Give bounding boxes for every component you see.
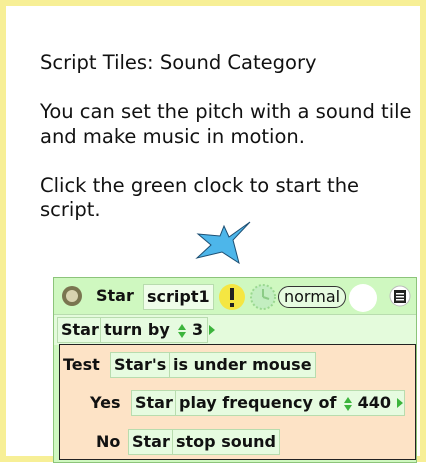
instructions-line-1: You can set the pitch with a sound tile … [40, 100, 412, 148]
test-label: Test [63, 355, 100, 374]
instructions-title: Script Tiles: Sound Category [40, 51, 317, 74]
play-frequency-label: play frequency of [179, 393, 337, 412]
instructions: Script Tiles: Sound Category You can set… [40, 51, 420, 223]
arrow-down-icon[interactable] [178, 331, 187, 338]
turn-amount[interactable]: 3 [192, 320, 203, 339]
arrow-up-icon[interactable] [344, 396, 353, 403]
arrow-right-icon[interactable] [396, 398, 403, 408]
instructions-line-2: Click the green clock to start the scrip… [40, 173, 360, 222]
play-frequency-tile[interactable]: play frequency of 440 [175, 390, 405, 416]
arrow-right-icon[interactable] [208, 325, 215, 335]
stop-sound-tile[interactable]: stop sound [172, 429, 280, 455]
yes-label: Yes [90, 393, 121, 412]
exclamation-icon[interactable] [218, 283, 246, 311]
turn-player-tile[interactable]: Star [57, 317, 103, 343]
turn-by-row: Star turn by 3 [54, 314, 416, 345]
yes-player-tile[interactable]: Star [131, 390, 177, 416]
page-frame: Script Tiles: Sound Category You can set… [0, 0, 426, 463]
arrow-up-icon[interactable] [178, 323, 187, 330]
arrow-down-icon[interactable] [344, 404, 353, 411]
turn-by-tile[interactable]: turn by 3 [100, 317, 215, 343]
test-player-tile[interactable]: Star's [110, 352, 171, 378]
script-editor[interactable]: Star script1 normal Star turn by 3 Test … [53, 277, 417, 463]
clock-icon[interactable] [249, 283, 277, 311]
test-box: Test Star's is under mouse Yes Star play… [59, 344, 416, 460]
frequency-value[interactable]: 440 [358, 393, 391, 412]
tick-mode-button[interactable]: normal [278, 286, 347, 308]
is-under-mouse-tile[interactable]: is under mouse [169, 352, 316, 378]
script-header: Star script1 normal [54, 278, 416, 314]
star-sprite[interactable] [194, 220, 252, 266]
turn-by-label: turn by [104, 320, 170, 339]
script-name-field[interactable]: script1 [143, 284, 214, 310]
no-player-tile[interactable]: Star [128, 429, 174, 455]
no-label: No [96, 432, 121, 451]
menu-dot-icon[interactable] [60, 284, 84, 308]
script-menu-icon[interactable] [389, 285, 411, 307]
player-name: Star [96, 286, 134, 305]
step-circle-icon[interactable] [348, 283, 378, 313]
